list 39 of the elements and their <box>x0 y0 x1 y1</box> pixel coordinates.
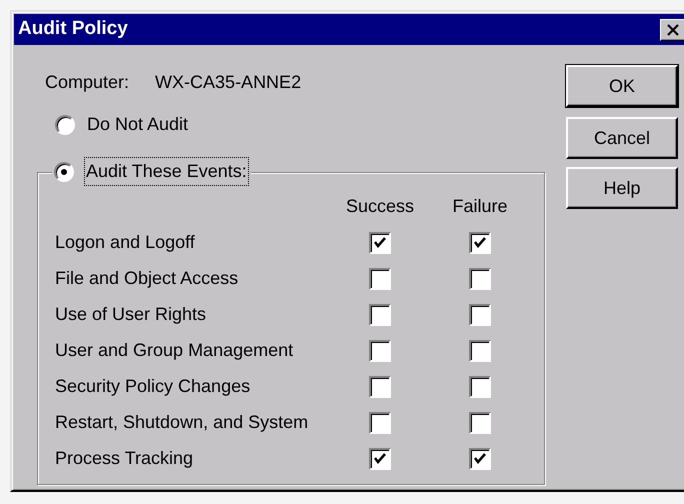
checkbox[interactable] <box>469 304 491 326</box>
close-button[interactable] <box>660 18 684 40</box>
event-label: Use of User Rights <box>55 303 208 326</box>
event-label: Logon and Logoff <box>55 231 196 254</box>
close-icon <box>666 24 680 36</box>
column-header: Failure <box>451 195 509 218</box>
checkbox[interactable] <box>369 376 391 398</box>
computer-name: WX-CA35-ANNE2 <box>155 71 302 94</box>
checkbox[interactable] <box>469 376 491 398</box>
checkbox[interactable] <box>369 268 391 290</box>
dialog-button[interactable]: Help <box>566 167 678 209</box>
computer-label: Computer: <box>45 71 130 94</box>
checkbox[interactable] <box>469 340 491 362</box>
checkbox[interactable] <box>469 232 491 254</box>
dialog-button[interactable]: Cancel <box>566 117 678 159</box>
checkbox[interactable] <box>369 412 391 434</box>
event-label: Process Tracking <box>55 447 194 470</box>
checkbox[interactable] <box>469 412 491 434</box>
event-label: Security Policy Changes <box>55 375 252 398</box>
check-icon <box>373 236 387 248</box>
radio-button[interactable] <box>55 114 75 134</box>
checkbox[interactable] <box>369 232 391 254</box>
event-label: User and Group Management <box>55 339 294 362</box>
check-icon <box>473 452 487 464</box>
column-header: Success <box>344 195 416 218</box>
checkbox[interactable] <box>369 304 391 326</box>
checkbox[interactable] <box>369 448 391 470</box>
check-icon <box>373 452 387 464</box>
checkbox[interactable] <box>469 268 491 290</box>
event-label: Restart, Shutdown, and System <box>55 411 310 434</box>
dialog-button[interactable]: OK <box>566 65 678 107</box>
radio-label[interactable]: Audit These Events: <box>84 157 249 186</box>
window-title: Audit Policy <box>18 17 128 42</box>
radio-label[interactable]: Do Not Audit <box>85 110 190 139</box>
check-icon <box>473 236 487 248</box>
checkbox[interactable] <box>369 340 391 362</box>
radio-button[interactable] <box>54 162 74 182</box>
checkbox[interactable] <box>469 448 491 470</box>
event-label: File and Object Access <box>55 267 240 290</box>
